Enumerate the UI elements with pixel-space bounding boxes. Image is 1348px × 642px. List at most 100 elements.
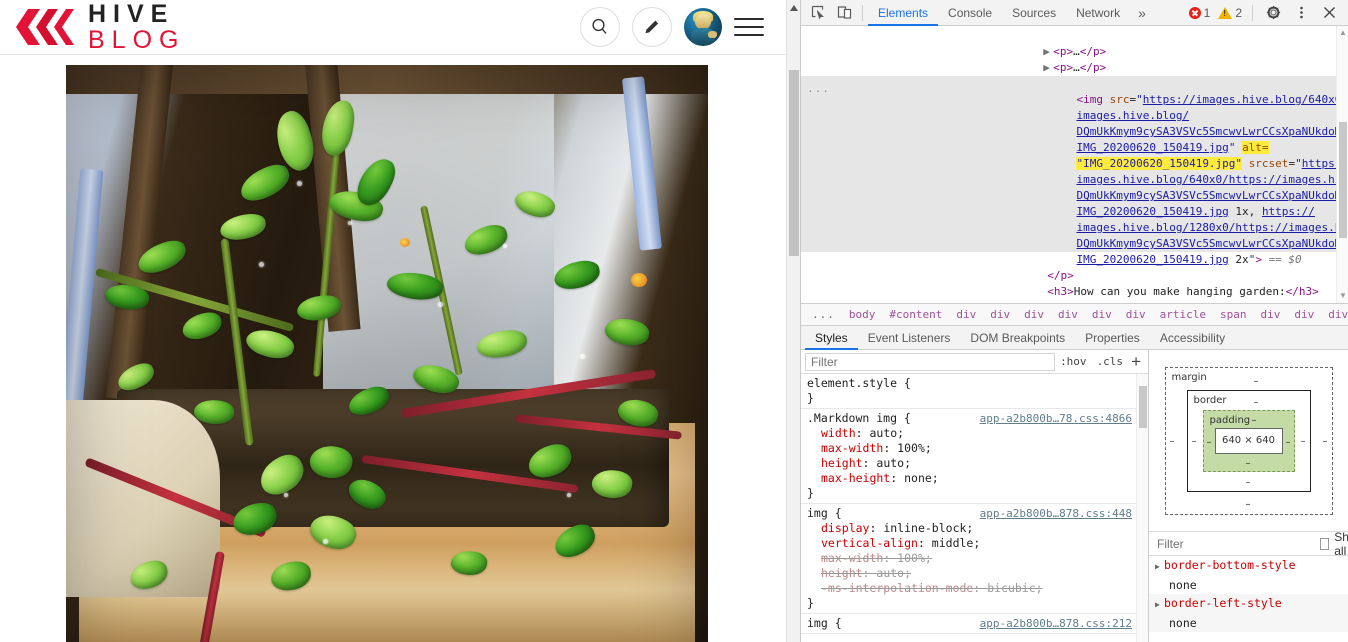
border-left-value[interactable]: – — [1192, 436, 1197, 447]
tab-elements[interactable]: Elements — [868, 0, 938, 26]
dom-tree-scrollbar[interactable]: ▲ ▼ — [1336, 26, 1348, 303]
styles-scrollbar[interactable] — [1136, 374, 1148, 642]
warning-badge[interactable]: 2 — [1215, 6, 1245, 20]
tab-properties[interactable]: Properties — [1075, 326, 1150, 350]
breadcrumb-item-content[interactable]: #content — [882, 308, 949, 321]
dom-scrollbar-thumb[interactable] — [1339, 122, 1347, 238]
box-model-diagram[interactable]: margin – – – – border – – – – padding – … — [1149, 350, 1348, 532]
inspect-element-icon[interactable] — [805, 1, 831, 25]
padding-top-value[interactable]: – — [1252, 415, 1257, 426]
device-toolbar-icon[interactable] — [831, 1, 857, 25]
show-all-toggle[interactable]: Show all — [1320, 530, 1348, 558]
more-vertical-icon[interactable] — [1288, 1, 1314, 25]
expand-triangle-icon[interactable]: ▶ — [1155, 559, 1164, 575]
dom-line[interactable]: <h3>How can you make hanging garden:</h3… — [801, 268, 1348, 298]
box-model-border[interactable]: border – – – – padding – – – – 640 × 640 — [1186, 389, 1311, 492]
show-all-checkbox[interactable] — [1320, 537, 1330, 550]
tab-styles[interactable]: Styles — [805, 326, 858, 350]
breadcrumb-item-div[interactable]: div — [983, 308, 1017, 321]
create-post-button[interactable] — [632, 7, 672, 47]
more-tabs-icon[interactable]: » — [1130, 5, 1154, 21]
declaration[interactable]: width: auto; — [807, 426, 1148, 441]
avatar[interactable] — [684, 8, 722, 46]
post-image[interactable] — [66, 65, 708, 642]
breadcrumb-item-div[interactable]: div — [1321, 308, 1348, 321]
new-style-rule-button[interactable]: + — [1128, 353, 1144, 370]
page-scrollbar[interactable] — [786, 0, 800, 642]
breadcrumb-item-article[interactable]: article — [1153, 308, 1213, 321]
tab-dom-breakpoints[interactable]: DOM Breakpoints — [960, 326, 1075, 350]
border-top-value[interactable]: – — [1254, 397, 1259, 408]
gear-icon[interactable] — [1260, 1, 1286, 25]
declaration[interactable]: max-width: 100%; — [807, 441, 1148, 456]
rule-source-link[interactable]: app-a2b800b…78.css:4866 — [980, 411, 1132, 426]
hamburger-menu-icon[interactable] — [734, 16, 764, 38]
margin-top-value[interactable]: – — [1254, 376, 1259, 387]
rule-source-link[interactable]: app-a2b800b…878.css:212 — [980, 616, 1132, 631]
pencil-icon — [645, 20, 659, 34]
padding-bottom-value[interactable]: – — [1246, 458, 1251, 469]
breadcrumb-item-div[interactable]: div — [1287, 308, 1321, 321]
selected-dom-node[interactable]: ··· <img src="https://images.hive.blog/6… — [801, 76, 1348, 266]
tab-event-listeners[interactable]: Event Listeners — [858, 326, 961, 350]
breadcrumb-item-div[interactable]: div — [1253, 308, 1287, 321]
declaration-overridden[interactable]: max-width: 100%; — [807, 551, 1148, 566]
declaration[interactable]: display: inline-block; — [807, 521, 1148, 536]
styles-filter-input[interactable] — [805, 352, 1056, 371]
breadcrumb-item-body[interactable]: body — [842, 308, 883, 321]
margin-left-value[interactable]: – — [1170, 436, 1175, 447]
border-right-value[interactable]: – — [1301, 436, 1306, 447]
declaration-overridden[interactable]: -ms-interpolation-mode: bicubic; — [807, 581, 1148, 596]
computed-filter-input[interactable] — [1155, 535, 1314, 552]
scroll-up-arrow-icon[interactable] — [787, 0, 800, 16]
declaration-overridden[interactable]: height: auto; — [807, 566, 1148, 581]
dom-gutter-badge[interactable]: ··· — [807, 84, 830, 100]
expand-triangle-icon[interactable]: ▶ — [1043, 44, 1053, 60]
tab-accessibility[interactable]: Accessibility — [1150, 326, 1235, 350]
declaration[interactable]: max-height: none; — [807, 471, 1148, 486]
dom-line[interactable]: <img src="https://images.hive.blog/640x0… — [801, 76, 1348, 106]
declaration[interactable]: vertical-align: middle; — [807, 536, 1148, 551]
box-model-margin[interactable]: margin – – – – border – – – – padding – … — [1164, 366, 1333, 515]
tab-console[interactable]: Console — [938, 0, 1002, 26]
margin-bottom-value[interactable]: – — [1246, 499, 1251, 510]
padding-left-value[interactable]: – — [1207, 437, 1212, 448]
box-model-padding[interactable]: padding – – – – 640 × 640 — [1202, 409, 1295, 472]
dom-scroll-down-icon[interactable]: ▼ — [1339, 291, 1347, 301]
breadcrumb-item-div[interactable]: div — [1119, 308, 1153, 321]
site-logo[interactable]: HIVE BLOG — [14, 1, 185, 53]
hov-toggle[interactable]: :hov — [1055, 355, 1092, 368]
tab-network[interactable]: Network — [1066, 0, 1130, 26]
box-model-content-size[interactable]: 640 × 640 — [1214, 427, 1283, 454]
computed-property-row[interactable]: ▶ border-bottom-style — [1149, 556, 1348, 576]
rule-source-link[interactable]: app-a2b800b…878.css:448 — [980, 506, 1132, 521]
search-button[interactable] — [580, 7, 620, 47]
breadcrumb-item-div[interactable]: div — [1017, 308, 1051, 321]
breadcrumb-item-div[interactable]: div — [949, 308, 983, 321]
expand-triangle-icon[interactable]: ▶ — [1155, 597, 1164, 613]
style-rule-img-212[interactable]: app-a2b800b…878.css:212 img { — [801, 614, 1148, 634]
expand-triangle-icon[interactable]: ▶ — [1043, 300, 1053, 303]
dom-line[interactable]: ▶<p>…</p> — [801, 28, 1348, 58]
style-rule-markdown-img[interactable]: app-a2b800b…78.css:4866 .Markdown img { … — [801, 409, 1148, 504]
breadcrumb-item-div[interactable]: div — [1051, 308, 1085, 321]
styles-scrollbar-thumb[interactable] — [1139, 386, 1147, 428]
declaration[interactable]: height: auto; — [807, 456, 1148, 471]
breadcrumb-item-div[interactable]: div — [1085, 308, 1119, 321]
margin-right-value[interactable]: – — [1323, 436, 1328, 447]
tab-sources[interactable]: Sources — [1002, 0, 1066, 26]
page-scrollbar-thumb[interactable] — [789, 70, 799, 256]
padding-right-value[interactable]: – — [1286, 437, 1291, 448]
dom-scroll-up-icon[interactable]: ▲ — [1339, 28, 1347, 38]
breadcrumb-item-span[interactable]: span — [1213, 308, 1254, 321]
cls-toggle[interactable]: .cls — [1092, 355, 1129, 368]
style-rule-element-style[interactable]: element.style { } — [801, 374, 1148, 409]
close-icon[interactable] — [1316, 1, 1342, 25]
expand-triangle-icon[interactable]: ▶ — [1043, 60, 1053, 76]
breadcrumb-item-overflow[interactable]: ... — [805, 308, 842, 321]
computed-property-row[interactable]: ▶ border-left-style — [1149, 594, 1348, 614]
border-bottom-value[interactable]: – — [1246, 477, 1251, 488]
error-badge[interactable]: 1 — [1186, 6, 1214, 20]
style-rule-img-448[interactable]: app-a2b800b…878.css:448 img { display: i… — [801, 504, 1148, 614]
dom-tree-panel[interactable]: ▶<p>…</p> ▶<p>…</p> ▼<p> ··· <img src="h… — [801, 26, 1348, 304]
